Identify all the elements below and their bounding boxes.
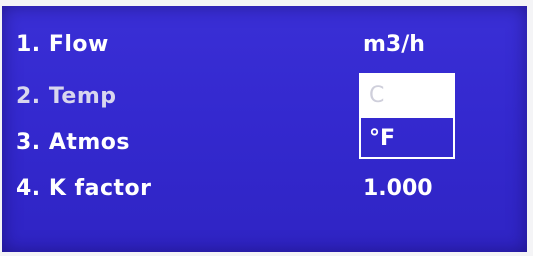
temp-unit-dropdown[interactable]: C °F: [359, 73, 455, 159]
menu-item-atmos[interactable]: 3. Atmos: [16, 130, 130, 155]
temp-unit-option-celsius[interactable]: C: [361, 75, 453, 116]
menu-item-temp[interactable]: 2. Temp: [16, 84, 117, 109]
menu-item-k-factor[interactable]: 4. K factor: [16, 176, 151, 201]
display-screen: 1. Flow m3/h 2. Temp 3. Atmos 4. K facto…: [2, 6, 527, 252]
temp-unit-option-fahrenheit[interactable]: °F: [361, 116, 453, 157]
k-factor-value: 1.000: [363, 176, 433, 201]
menu-item-flow[interactable]: 1. Flow: [16, 32, 109, 57]
flow-unit-value: m3/h: [363, 32, 425, 57]
